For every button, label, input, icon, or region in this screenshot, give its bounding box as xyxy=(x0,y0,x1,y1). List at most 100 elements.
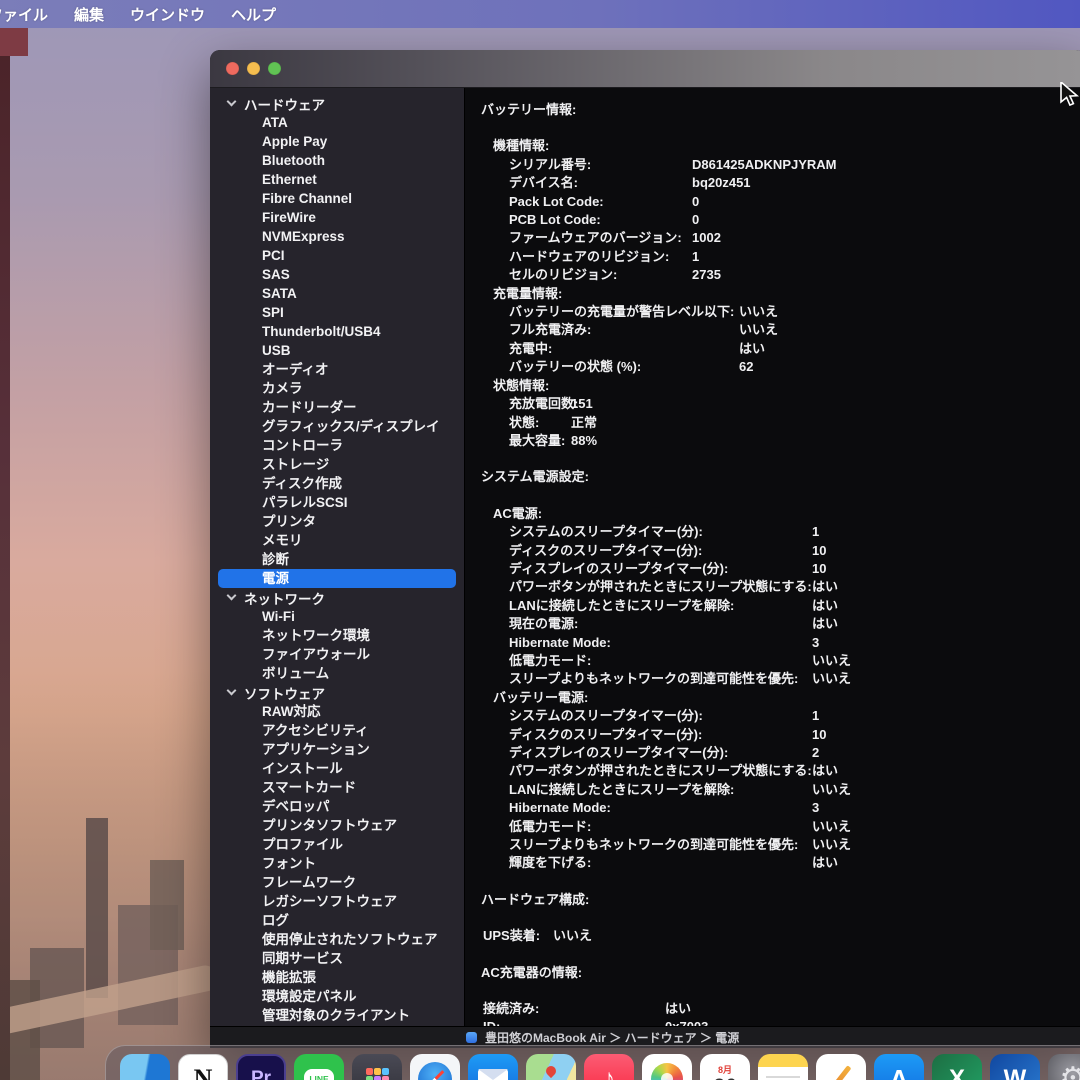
dock-app-icon[interactable]: X xyxy=(932,1054,982,1080)
minimize-button[interactable] xyxy=(247,62,260,75)
sidebar-group-label: ソフトウェア xyxy=(244,683,325,703)
sidebar-item[interactable]: パラレルSCSI xyxy=(218,493,456,512)
battery-info-panel[interactable]: バッテリー情報: 機種情報: シリアル番号: xyxy=(465,88,1080,1026)
sidebar-item[interactable]: Thunderbolt/USB4 xyxy=(218,322,456,341)
dock-app-icon[interactable]: Pr xyxy=(236,1054,286,1080)
sidebar-item[interactable]: ログ xyxy=(218,911,456,930)
sidebar-group-label: ネットワーク xyxy=(244,588,325,608)
sidebar-item[interactable]: スマートカード xyxy=(218,778,456,797)
sidebar-item[interactable]: Apple Pay xyxy=(218,132,456,151)
sidebar-item[interactable]: アプリケーション xyxy=(218,740,456,759)
sidebar-item[interactable]: カードリーダー xyxy=(218,398,456,417)
info-label: スリープよりもネットワークの到達可能性を優先: xyxy=(509,836,812,854)
sidebar-item[interactable]: オーディオ xyxy=(218,360,456,379)
sidebar-item[interactable]: レガシーソフトウェア xyxy=(218,892,456,911)
sidebar-item[interactable]: プリンタ xyxy=(218,512,456,531)
sidebar-item[interactable]: グラフィックス/ディスプレイ xyxy=(218,417,456,436)
sidebar-item[interactable]: コントローラ xyxy=(218,436,456,455)
dock-app-icon[interactable]: ⚙ 1 xyxy=(1048,1054,1080,1080)
dock-app-icon[interactable]: A xyxy=(874,1054,924,1080)
dock-app-icon[interactable]: ♪ xyxy=(584,1054,634,1080)
sidebar-item[interactable]: ファイアウォール xyxy=(218,645,456,664)
dock-app-icon[interactable] xyxy=(352,1054,402,1080)
sidebar-item[interactable]: フレームワーク xyxy=(218,873,456,892)
sidebar-item[interactable]: フォント xyxy=(218,854,456,873)
menu-item[interactable]: 編集 xyxy=(74,4,104,25)
sidebar-item[interactable]: 同期サービス xyxy=(218,949,456,968)
dock-app-icon[interactable]: N xyxy=(178,1054,228,1080)
dock-app-icon[interactable] xyxy=(468,1054,518,1080)
sidebar-group-header[interactable]: ネットワーク xyxy=(210,588,464,607)
zoom-button[interactable] xyxy=(268,62,281,75)
sidebar-group-items: ATA Apple Pay Bluetooth Ethernet Fibre C… xyxy=(210,113,464,588)
sidebar-item[interactable]: RAW対応 xyxy=(218,702,456,721)
sidebar-item[interactable]: PCI xyxy=(218,246,456,265)
sidebar-item[interactable]: SPI xyxy=(218,303,456,322)
dock-app-icon[interactable] xyxy=(526,1054,576,1080)
sidebar-item[interactable]: アクセシビリティ xyxy=(218,721,456,740)
block-title: 機種情報: xyxy=(481,137,1080,155)
menu-item[interactable]: ファイル xyxy=(0,4,48,25)
close-button[interactable] xyxy=(226,62,239,75)
dock-app-icon[interactable] xyxy=(758,1054,808,1080)
sidebar-item[interactable]: NVMExpress xyxy=(218,227,456,246)
sidebar-item[interactable]: 環境設定パネル xyxy=(218,987,456,1006)
dock-app-icon[interactable] xyxy=(642,1054,692,1080)
sidebar-item[interactable]: ストレージ xyxy=(218,455,456,474)
sidebar-group-header[interactable]: ソフトウェア xyxy=(210,683,464,702)
info-label: システムのスリープタイマー(分): xyxy=(509,707,812,725)
breadcrumb: 豊田悠のMacBook Air ＞ ハードウェア ＞ 電源 xyxy=(485,1029,739,1046)
sidebar-item[interactable]: 管理対象のクライアント xyxy=(218,1006,456,1025)
sidebar-group-items: Wi-Fi ネットワーク環境 ファイアウォール ボリューム xyxy=(210,607,464,683)
sidebar-item[interactable]: SATA xyxy=(218,284,456,303)
sidebar-item[interactable]: 機能拡張 xyxy=(218,968,456,987)
sidebar-item[interactable]: ネットワーク環境 xyxy=(218,626,456,645)
sidebar-item[interactable]: Ethernet xyxy=(218,170,456,189)
dock-app-icon[interactable] xyxy=(120,1054,170,1080)
info-row: システムのスリープタイマー(分): 1 xyxy=(481,707,1080,725)
sidebar-item[interactable]: Fibre Channel xyxy=(218,189,456,208)
info-value: いいえ xyxy=(812,652,851,670)
info-row: セルのリビジョン: 2735 xyxy=(481,266,1080,284)
sidebar-item[interactable]: Wi-Fi xyxy=(218,607,456,626)
menu-item[interactable]: ヘルプ xyxy=(231,4,276,25)
sidebar-item[interactable]: 使用停止されたソフトウェア xyxy=(218,930,456,949)
sidebar-section: ネットワーク Wi-Fi ネットワーク環境 ファイアウォール ボリューム xyxy=(210,588,464,683)
dock-icon-glyph: ⚙ xyxy=(1060,1064,1080,1080)
dock-app-icon[interactable] xyxy=(410,1054,460,1080)
sidebar-item[interactable]: 電源 xyxy=(218,569,456,588)
sidebar-item[interactable]: プリンタソフトウェア xyxy=(218,816,456,835)
info-row: 輝度を下げる: はい xyxy=(481,854,1080,872)
sidebar-item[interactable]: FireWire xyxy=(218,208,456,227)
menu-item[interactable]: ウインドウ xyxy=(130,4,205,25)
sidebar-item[interactable]: SAS xyxy=(218,265,456,284)
sidebar-item[interactable]: インストール xyxy=(218,759,456,778)
sidebar-item[interactable]: Bluetooth xyxy=(218,151,456,170)
wallpaper-tower-edge xyxy=(0,28,10,1080)
dock-app-icon[interactable]: W xyxy=(990,1054,1040,1080)
sidebar-item[interactable]: USB xyxy=(218,341,456,360)
sidebar-item[interactable]: ATA xyxy=(218,113,456,132)
sidebar-item[interactable]: ディスク作成 xyxy=(218,474,456,493)
info-row: 状態: 正常 xyxy=(481,414,1080,432)
sidebar-item[interactable]: ボリューム xyxy=(218,664,456,683)
info-row: スリープよりもネットワークの到達可能性を優先: いいえ xyxy=(481,836,1080,854)
dock-app-icon[interactable] xyxy=(816,1054,866,1080)
info-block: 機種情報: シリアル番号: D861425ADKNPJYRAM xyxy=(481,137,1080,284)
info-value: はい xyxy=(812,578,838,596)
info-value: 2735 xyxy=(692,266,721,284)
sidebar-item[interactable]: デベロッパ xyxy=(218,797,456,816)
info-row: ID: 0x7003 xyxy=(481,1018,1080,1026)
block-rows: UPS装着: いいえ xyxy=(481,927,1080,945)
sidebar-group-header[interactable]: ハードウェア xyxy=(210,94,464,113)
sidebar[interactable]: ハードウェア ATA Apple Pay Bluetooth Ethernet xyxy=(210,88,465,1026)
info-block: 充電量情報: バッテリーの充電量が警告レベル以下: いいえ xyxy=(481,285,1080,377)
sidebar-item[interactable]: プロファイル xyxy=(218,835,456,854)
sidebar-item[interactable]: メモリ xyxy=(218,531,456,550)
dock-app-icon[interactable]: LINE xyxy=(294,1054,344,1080)
info-label: フル充電済み: xyxy=(509,321,739,339)
dock-app-icon[interactable]: 8月 26 xyxy=(700,1054,750,1080)
sidebar-item[interactable]: 診断 xyxy=(218,550,456,569)
sidebar-item[interactable]: カメラ xyxy=(218,379,456,398)
window-titlebar[interactable] xyxy=(210,50,1080,88)
